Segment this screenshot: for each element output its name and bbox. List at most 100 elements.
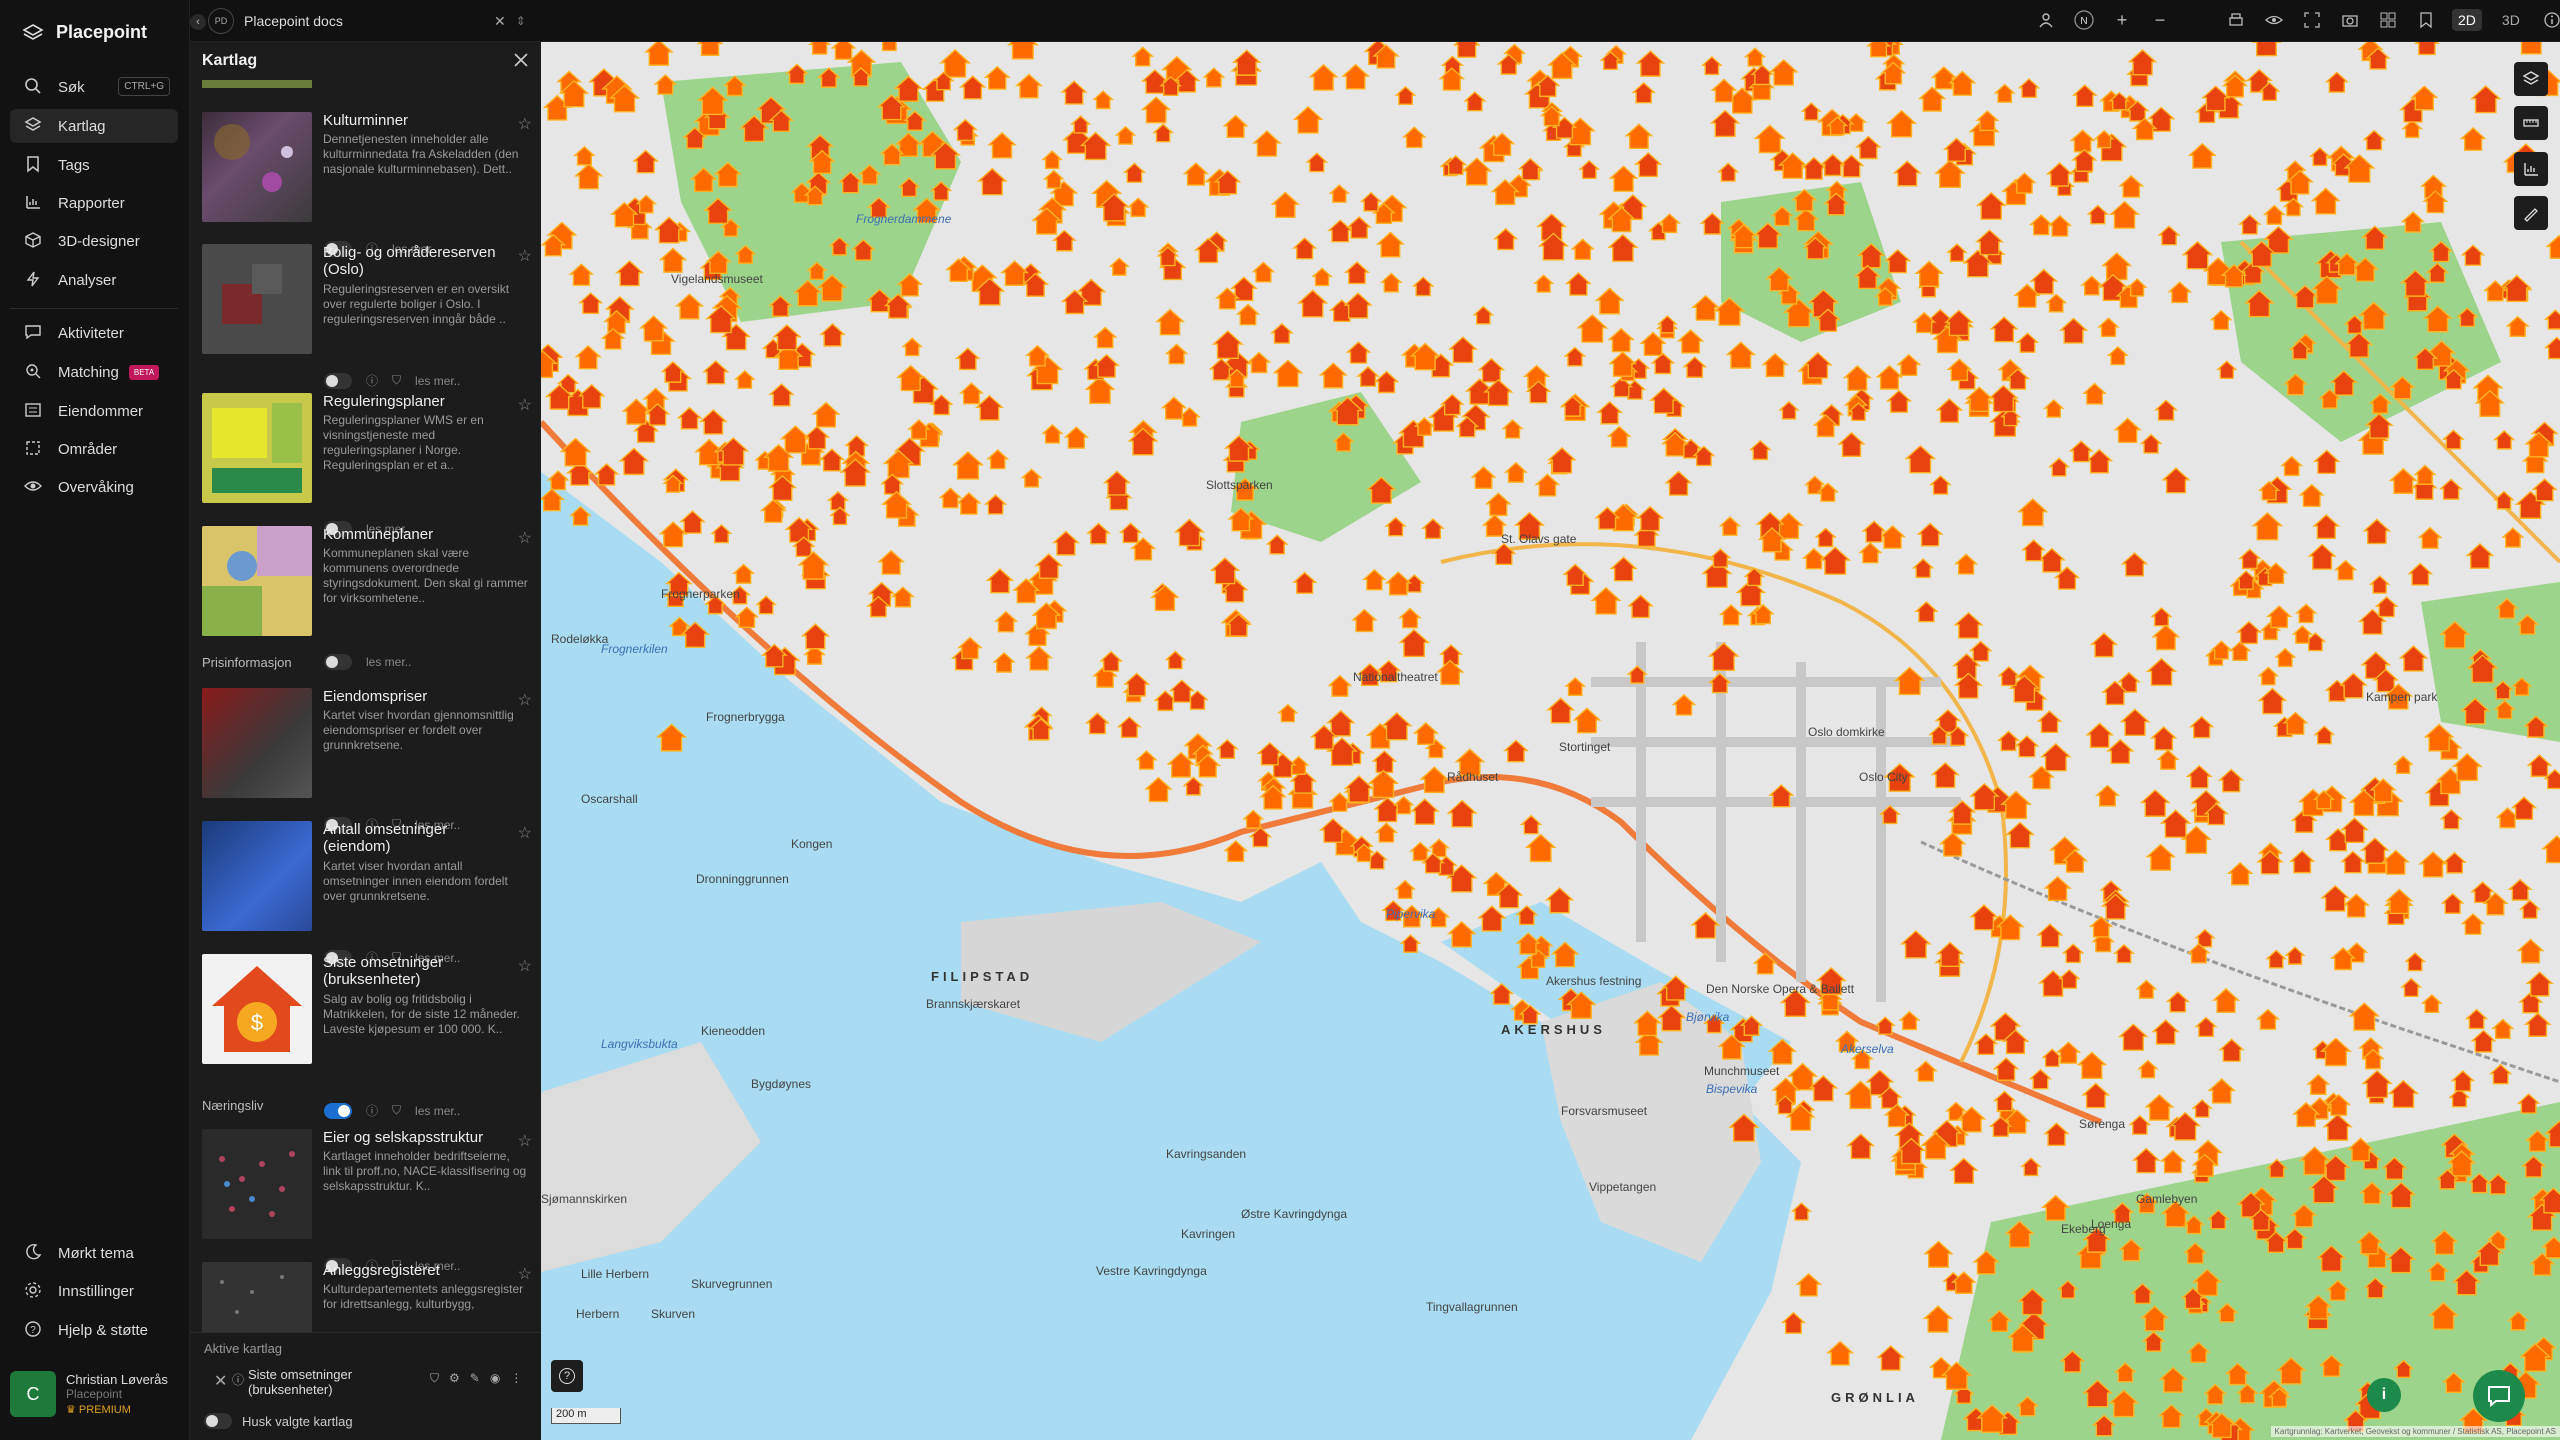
layer-toggle[interactable]: [324, 372, 352, 389]
star-icon[interactable]: ☆: [518, 1264, 532, 1284]
read-more-link[interactable]: les mer..: [415, 374, 460, 388]
star-icon[interactable]: ☆: [518, 956, 532, 976]
star-icon[interactable]: ☆: [518, 395, 532, 415]
layer-card-siste-omsetninger[interactable]: $ Siste omsetninger (bruksenheter) Salg …: [202, 954, 532, 1119]
filter-icon[interactable]: ⛉: [430, 1371, 439, 1386]
info-button[interactable]: i: [2367, 1378, 2401, 1412]
grid-icon[interactable]: [2376, 8, 2400, 32]
bookmark-icon[interactable]: [2414, 8, 2438, 32]
layers-tool-button[interactable]: [2514, 62, 2548, 96]
layer-card-eier-selskap[interactable]: Eier og selskapsstruktur Kartlaget inneh…: [202, 1129, 532, 1274]
nav-divider: [10, 308, 178, 309]
info-icon[interactable]: [2540, 8, 2560, 32]
camera-icon[interactable]: [2338, 8, 2362, 32]
read-more-link[interactable]: les mer..: [415, 1104, 460, 1118]
star-icon[interactable]: ☆: [518, 114, 532, 134]
print-icon[interactable]: [2224, 8, 2248, 32]
map-canvas[interactable]: Frognerdammene Frognerkilen Frognerbrygga F…: [541, 42, 2560, 1440]
nav-label: Mørkt tema: [58, 1244, 134, 1262]
layer-card-kommuneplaner[interactable]: Kommuneplaner Kommuneplanen skal være ko…: [202, 526, 532, 670]
star-icon[interactable]: ☆: [518, 1131, 532, 1151]
visibility-icon[interactable]: ◉: [490, 1371, 500, 1386]
user-profile[interactable]: C Christian Løverås Placepoint ♛ PREMIUM: [10, 1362, 186, 1426]
info-icon[interactable]: ⓘ: [232, 1371, 244, 1388]
layer-description: Reguleringsplaner WMS er en visningstjen…: [323, 413, 484, 472]
edit-icon[interactable]: ✎: [470, 1371, 480, 1386]
mode-3d-toggle[interactable]: 3D: [2496, 9, 2526, 31]
map-label: Frognerbrygga: [706, 710, 785, 724]
filter-icon[interactable]: ⛉: [392, 1103, 401, 1118]
more-icon[interactable]: ⋮: [510, 1371, 522, 1386]
layer-toggle[interactable]: [324, 654, 352, 670]
sale-marker[interactable]: [2518, 42, 2545, 55]
sale-marker[interactable]: [830, 42, 857, 60]
star-icon[interactable]: ☆: [518, 690, 532, 710]
nav-eiendommer[interactable]: Eiendommer: [10, 394, 178, 428]
nav-settings[interactable]: Innstillinger: [10, 1274, 178, 1308]
nav-analyser[interactable]: Analyser: [10, 263, 178, 297]
sale-marker[interactable]: [2251, 42, 2282, 57]
collapse-sidebar-button[interactable]: ‹: [190, 14, 206, 30]
sale-marker[interactable]: [808, 42, 832, 55]
close-panel-button[interactable]: [511, 50, 531, 70]
nav-3d-designer[interactable]: 3D-designer: [10, 224, 178, 258]
north-compass-button[interactable]: N: [2072, 8, 2096, 32]
chat-support-button[interactable]: [2473, 1370, 2525, 1422]
nav-tags[interactable]: Tags: [10, 148, 178, 182]
sale-marker[interactable]: [696, 42, 724, 56]
nav-label: Aktiviteter: [58, 324, 124, 342]
measure-tool-button[interactable]: [2514, 106, 2548, 140]
brand[interactable]: Placepoint: [22, 22, 147, 43]
chart-tool-button[interactable]: [2514, 152, 2548, 186]
layer-card-reguleringsplaner[interactable]: Reguleringsplaner Reguleringsplaner WMS …: [202, 393, 532, 537]
layer-card-boligreserven[interactable]: Bolig- og områdereserven (Oslo) Reguleri…: [202, 244, 532, 389]
sale-marker[interactable]: [2413, 42, 2440, 56]
star-icon[interactable]: ☆: [518, 823, 532, 843]
help-button[interactable]: ?: [551, 1360, 583, 1392]
zoom-out-button[interactable]: −: [2148, 8, 2172, 32]
visibility-icon[interactable]: [2262, 8, 2286, 32]
layer-toggle[interactable]: [324, 1102, 352, 1119]
filter-icon[interactable]: ⛉: [392, 373, 401, 388]
expand-icon[interactable]: ⇕: [516, 14, 526, 28]
sale-marker[interactable]: [880, 42, 898, 52]
avatar: C: [10, 1371, 56, 1417]
map-label: Kongen: [791, 837, 833, 851]
nav-matching[interactable]: Matching BETA: [10, 355, 178, 389]
nav-label: Overvåking: [58, 478, 134, 496]
style-icon[interactable]: ⚙: [449, 1371, 460, 1386]
sale-marker[interactable]: [1006, 42, 1039, 60]
remember-toggle[interactable]: [204, 1413, 232, 1429]
star-icon[interactable]: ☆: [518, 528, 532, 548]
document-tab[interactable]: PD Placepoint docs ✕ ⇕: [208, 6, 548, 36]
section-header: Næringsliv: [202, 1098, 264, 1113]
nav-kartlag[interactable]: Kartlag: [10, 109, 178, 143]
map-label: Akershus festning: [1546, 974, 1642, 988]
nav-aktiviteter[interactable]: Aktiviteter: [10, 316, 178, 350]
section-header: Prisinformasjon: [202, 655, 292, 670]
zoom-in-button[interactable]: +: [2110, 8, 2134, 32]
layer-card-kulturminner[interactable]: Kulturminner Dennetjenesten inneholder a…: [202, 112, 532, 257]
sale-marker[interactable]: [1452, 42, 1481, 58]
star-icon[interactable]: ☆: [518, 246, 532, 266]
area-icon: [24, 439, 44, 459]
nav-dark-theme[interactable]: Mørkt tema: [10, 1236, 178, 1270]
read-more-link[interactable]: les mer..: [366, 655, 411, 669]
info-icon[interactable]: ⓘ: [366, 1102, 378, 1119]
nav-rapporter[interactable]: Rapporter: [10, 186, 178, 220]
layer-card-anleggsregisteret[interactable]: Anleggsregisteret Kulturdepartementets a…: [202, 1262, 532, 1332]
layer-card-eiendomspriser[interactable]: Eiendomspriser Kartet viser hvordan gjen…: [202, 688, 532, 833]
nav-overvaking[interactable]: Overvåking: [10, 470, 178, 504]
sale-marker[interactable]: [1865, 42, 1892, 58]
draw-tool-button[interactable]: [2514, 196, 2548, 230]
account-icon[interactable]: [2034, 8, 2058, 32]
fullscreen-icon[interactable]: [2300, 8, 2324, 32]
mode-2d-toggle[interactable]: 2D: [2452, 9, 2482, 31]
close-icon[interactable]: ✕: [494, 13, 506, 30]
nav-help[interactable]: ? Hjelp & støtte: [10, 1313, 178, 1347]
remove-layer-icon[interactable]: ✕: [214, 1371, 227, 1391]
layer-card-antall-omsetninger[interactable]: Antall omsetninger (eiendom) Kartet vise…: [202, 821, 532, 966]
nav-omrader[interactable]: Områder: [10, 432, 178, 466]
nav-search[interactable]: Søk CTRL+G: [10, 70, 178, 104]
info-icon[interactable]: ⓘ: [366, 372, 378, 389]
